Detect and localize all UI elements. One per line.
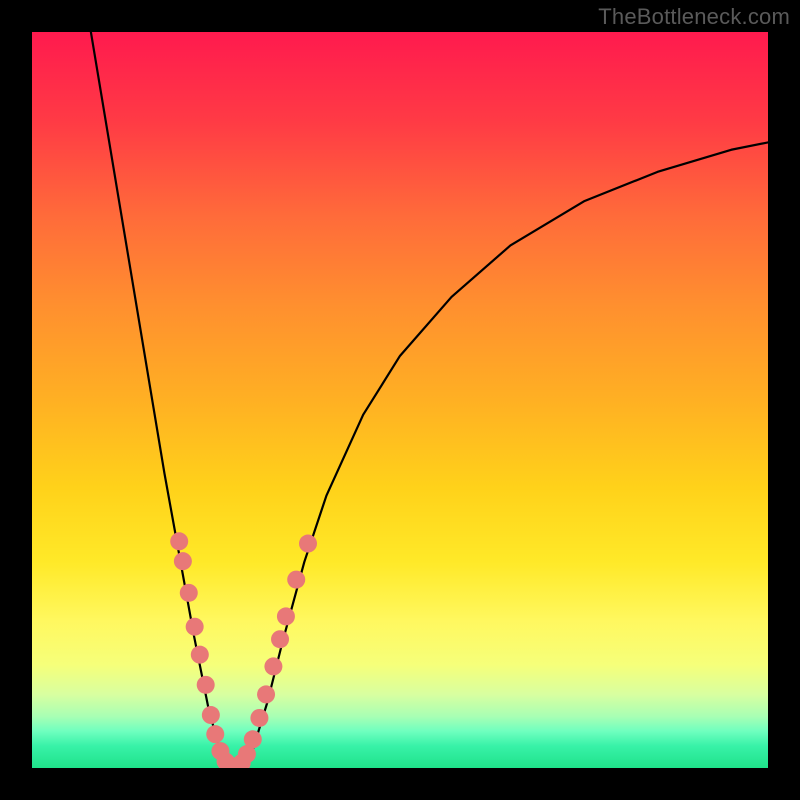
data-point-marker (299, 535, 317, 553)
data-point-marker (244, 730, 262, 748)
data-point-marker (191, 646, 209, 664)
data-point-marker (180, 584, 198, 602)
marker-group (170, 532, 317, 768)
data-point-marker (287, 571, 305, 589)
data-point-marker (170, 532, 188, 550)
data-point-marker (271, 630, 289, 648)
plot-area (32, 32, 768, 768)
data-point-marker (206, 725, 224, 743)
chart-frame: TheBottleneck.com (0, 0, 800, 800)
data-point-marker (277, 607, 295, 625)
watermark-text: TheBottleneck.com (598, 4, 790, 30)
data-point-marker (186, 618, 204, 636)
data-point-marker (264, 657, 282, 675)
data-point-marker (197, 676, 215, 694)
bottleneck-curve-svg (32, 32, 768, 768)
data-point-marker (174, 552, 192, 570)
data-point-marker (257, 685, 275, 703)
data-point-marker (202, 706, 220, 724)
data-point-marker (250, 709, 268, 727)
